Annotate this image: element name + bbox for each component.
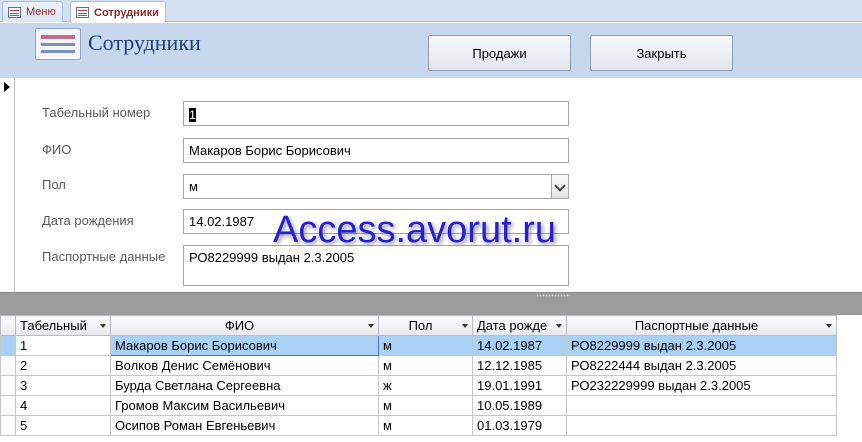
column-header-gender[interactable]: Пол bbox=[378, 315, 473, 336]
table-row[interactable]: 3 Бурда Светлана Сергеевна ж 19.01.1991 … bbox=[0, 375, 837, 396]
dropdown-arrow-icon[interactable] bbox=[100, 324, 106, 328]
column-header-fio[interactable]: ФИО bbox=[110, 315, 379, 336]
table-cell[interactable]: Бурда Светлана Сергеевна bbox=[110, 375, 379, 396]
dropdown-arrow-icon[interactable] bbox=[368, 324, 374, 328]
passport-label: Паспортные данные bbox=[42, 249, 166, 264]
table-cell[interactable]: 12.12.1985 bbox=[472, 355, 567, 376]
table-cell[interactable]: Громов Максим Васильевич bbox=[110, 395, 379, 416]
row-selector[interactable] bbox=[0, 395, 16, 416]
fio-value: Макаров Борис Борисович bbox=[189, 143, 351, 158]
table-cell[interactable]: м bbox=[378, 335, 473, 356]
table-cell[interactable]: 01.03.1979 bbox=[472, 415, 567, 436]
dropdown-arrow-icon[interactable] bbox=[462, 324, 468, 328]
passport-value: РО8229999 выдан 2.3.2005 bbox=[189, 250, 355, 265]
table-cell[interactable]: 19.01.1991 bbox=[472, 375, 567, 396]
birth-date-label: Дата рождения bbox=[42, 213, 134, 228]
dropdown-arrow-icon[interactable] bbox=[826, 324, 832, 328]
tab-menu-label: Меню bbox=[26, 6, 56, 18]
tab-employees-label: Сотрудники bbox=[94, 6, 159, 19]
table-cell[interactable]: Макаров Борис Борисович bbox=[110, 335, 379, 356]
row-selector[interactable] bbox=[0, 415, 16, 436]
form-icon bbox=[8, 6, 21, 18]
table-row[interactable]: 2 Волков Денис Семёнович м 12.12.1985 РО… bbox=[0, 355, 837, 376]
close-button[interactable]: Закрыть bbox=[590, 35, 733, 71]
chevron-down-icon[interactable] bbox=[551, 175, 568, 198]
column-header-birth-date[interactable]: Дата рожде bbox=[472, 315, 567, 336]
fio-field[interactable]: Макаров Борис Борисович bbox=[183, 138, 569, 163]
watermark-text: Access.avorut.ru bbox=[273, 209, 556, 251]
fio-label: ФИО bbox=[42, 142, 72, 157]
split-form-splitter[interactable] bbox=[0, 292, 862, 315]
table-cell[interactable]: 2 bbox=[15, 355, 111, 376]
table-row[interactable]: 1 Макаров Борис Борисович м 14.02.1987 Р… bbox=[0, 335, 837, 356]
gender-value: м bbox=[189, 179, 198, 194]
table-cell[interactable]: 14.02.1987 bbox=[472, 335, 567, 356]
table-cell[interactable] bbox=[566, 415, 837, 436]
tab-menu[interactable]: Меню bbox=[2, 1, 63, 22]
table-cell[interactable]: Осипов Роман Евгеньевич bbox=[110, 415, 379, 436]
form-title: Сотрудники bbox=[88, 30, 201, 55]
current-record-arrow-icon bbox=[4, 82, 10, 92]
gender-combobox[interactable]: м bbox=[183, 174, 569, 199]
table-cell[interactable]: 10.05.1989 bbox=[472, 395, 567, 416]
table-row[interactable]: 4 Громов Максим Васильевич м 10.05.1989 bbox=[0, 395, 837, 416]
datasheet-header-row: Табельный ФИО Пол Дата рожде Паспортные … bbox=[0, 315, 837, 336]
sales-button[interactable]: Продажи bbox=[428, 35, 571, 71]
table-cell[interactable]: 4 bbox=[15, 395, 111, 416]
table-cell[interactable]: 5 bbox=[15, 415, 111, 436]
table-cell[interactable]: 1 bbox=[15, 335, 111, 356]
document-tab-strip: Меню Сотрудники bbox=[0, 0, 862, 23]
table-cell[interactable]: РО8222444 выдан 2.3.2005 bbox=[566, 355, 837, 376]
table-cell[interactable]: РО8229999 выдан 2.3.2005 bbox=[566, 335, 837, 356]
form-header: Сотрудники Продажи Закрыть bbox=[0, 23, 862, 78]
tab-number-field[interactable]: 1 bbox=[183, 101, 569, 126]
tab-number-value: 1 bbox=[189, 107, 196, 122]
column-header-passport[interactable]: Паспортные данные bbox=[566, 315, 837, 336]
access-window: Меню Сотрудники Сотрудники Продажи Закры… bbox=[0, 0, 862, 442]
datasheet-table: Табельный ФИО Пол Дата рожде Паспортные … bbox=[0, 315, 837, 436]
table-cell[interactable]: Волков Денис Семёнович bbox=[110, 355, 379, 376]
select-all-cell[interactable] bbox=[0, 315, 16, 336]
column-header-tab-number[interactable]: Табельный bbox=[15, 315, 111, 336]
row-selector[interactable] bbox=[0, 355, 16, 376]
table-cell[interactable]: м bbox=[378, 395, 473, 416]
record-selector[interactable] bbox=[0, 78, 15, 292]
form-header-icon bbox=[35, 28, 81, 60]
table-cell[interactable]: ж bbox=[378, 375, 473, 396]
gender-label: Пол bbox=[42, 177, 66, 192]
splitter-grip[interactable] bbox=[536, 294, 570, 297]
datasheet: Табельный ФИО Пол Дата рожде Паспортные … bbox=[0, 315, 862, 442]
birth-date-value: 14.02.1987 bbox=[189, 214, 255, 229]
tab-employees[interactable]: Сотрудники bbox=[70, 1, 166, 23]
form-icon bbox=[76, 7, 89, 18]
table-cell[interactable]: м bbox=[378, 415, 473, 436]
table-cell[interactable] bbox=[566, 395, 837, 416]
table-cell[interactable]: РО232229999 выдан 2.3.2005 bbox=[566, 375, 837, 396]
tab-number-label: Табельный номер bbox=[42, 105, 151, 120]
row-selector[interactable] bbox=[0, 375, 16, 396]
table-cell[interactable]: м bbox=[378, 355, 473, 376]
row-selector[interactable] bbox=[0, 335, 16, 356]
dropdown-arrow-icon[interactable] bbox=[556, 324, 562, 328]
table-cell[interactable]: 3 bbox=[15, 375, 111, 396]
table-row[interactable]: 5 Осипов Роман Евгеньевич м 01.03.1979 bbox=[0, 415, 837, 436]
